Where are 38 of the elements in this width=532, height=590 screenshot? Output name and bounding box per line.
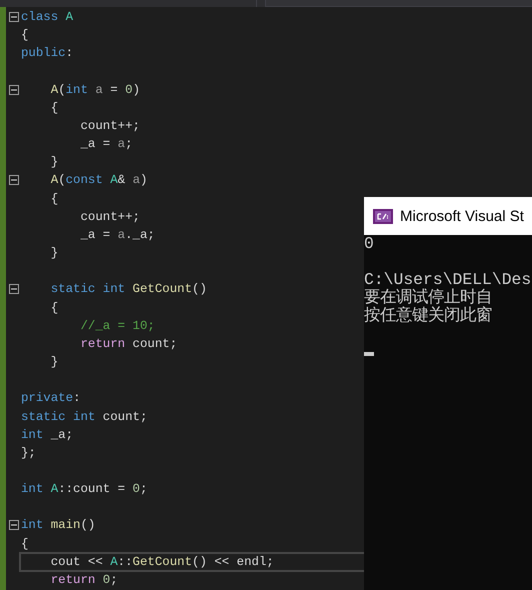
code-line: } [50,245,60,262]
code-line: //_a = 10; [79,318,156,335]
code-line: count++; [79,118,141,136]
code-line: } [50,154,60,172]
console-output-line: 要在调试停止时自 [364,289,493,307]
code-line: { [50,190,60,208]
code-line: { [20,27,30,44]
window-title: Microsoft Visual St [400,208,524,224]
console-output-line: 按任意键关闭此窗 [364,307,493,325]
code-line: public: [20,45,74,62]
collapse-icon[interactable] [8,284,18,294]
collapse-icon[interactable] [8,175,18,186]
code-line: static int GetCount() [50,281,208,298]
code-line: { [50,300,60,317]
code-line: count++; [79,208,141,226]
code-line: return 0; [50,572,119,589]
code-line: _a = a; [79,136,134,154]
code-line: int _a; [20,426,74,444]
code-line: _a = a._a; [79,226,156,244]
collapse-icon[interactable] [8,84,18,95]
code-line: static int count; [20,408,148,426]
text-cursor [364,352,374,356]
code-line: } [50,354,60,372]
code-line: A(int a = 0) [50,82,141,99]
console-output-line: C:\Users\DELL\Des [364,271,532,289]
console-output-line: 0 [364,235,375,253]
code-line: int A::count = 0; [20,481,148,498]
code-line: { [20,536,30,553]
code-line: A(const A& a) [50,172,148,190]
code-line: { [50,100,60,117]
code-line: return count; [79,336,178,353]
code-line: int main() [20,517,96,534]
code-line: class A [20,9,74,26]
code-line: private: [20,390,82,408]
code-line: }; [20,444,37,462]
collapse-icon[interactable] [8,520,18,530]
console-app-icon [373,208,393,224]
collapse-icon[interactable] [8,12,18,22]
